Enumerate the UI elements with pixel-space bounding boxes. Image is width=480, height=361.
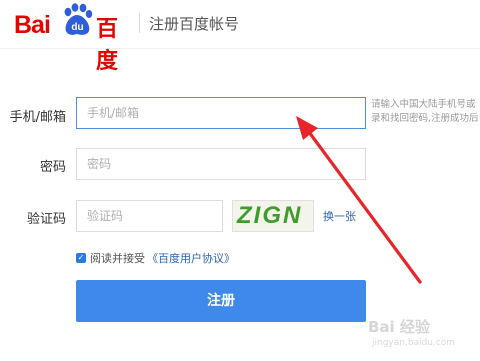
page-title: 注册百度帐号 — [149, 15, 240, 33]
header-divider — [139, 13, 140, 33]
logo-bai-text: Bai — [14, 11, 51, 39]
agreement-row: ✓ 阅读并接受 《百度用户协议》 — [76, 250, 235, 266]
agree-text: 阅读并接受 — [90, 252, 145, 265]
baidu-logo[interactable]: Bai du 百度 — [14, 3, 130, 74]
watermark: Bai 经验 — [368, 318, 430, 336]
phone-label: 手机/邮箱 — [9, 110, 66, 125]
captcha-image-text: ZIGN — [237, 202, 303, 229]
phone-email-input[interactable]: 手机/邮箱 — [76, 97, 366, 129]
logo-baidu-text: 百度 — [96, 17, 118, 74]
agree-checkbox[interactable]: ✓ — [76, 253, 86, 263]
phone-hint: 请输入中国大陆手机号或 录和找回密码,注册成功后 — [371, 98, 480, 126]
logo-du-text: du — [71, 22, 83, 33]
captcha-label: 验证码 — [26, 212, 66, 227]
password-input[interactable]: 密码 — [76, 148, 366, 180]
phone-hint-line1: 请输入中国大陆手机号或 — [371, 99, 476, 110]
password-label: 密码 — [39, 160, 66, 175]
captcha-input[interactable]: 验证码 — [76, 200, 223, 232]
user-agreement-link[interactable]: 《百度用户协议》 — [147, 250, 235, 266]
register-button[interactable]: 注册 — [76, 280, 366, 322]
refresh-captcha-link[interactable]: 换一张 — [323, 208, 356, 224]
watermark-sub: jingyan.baidu.com — [372, 338, 456, 348]
baidu-paw-icon: du — [64, 3, 93, 35]
page-header: Bai du 百度 注册百度帐号 — [0, 0, 480, 74]
phone-hint-line2: 录和找回密码,注册成功后 — [371, 113, 479, 124]
captcha-image[interactable]: ZIGN — [232, 200, 314, 232]
